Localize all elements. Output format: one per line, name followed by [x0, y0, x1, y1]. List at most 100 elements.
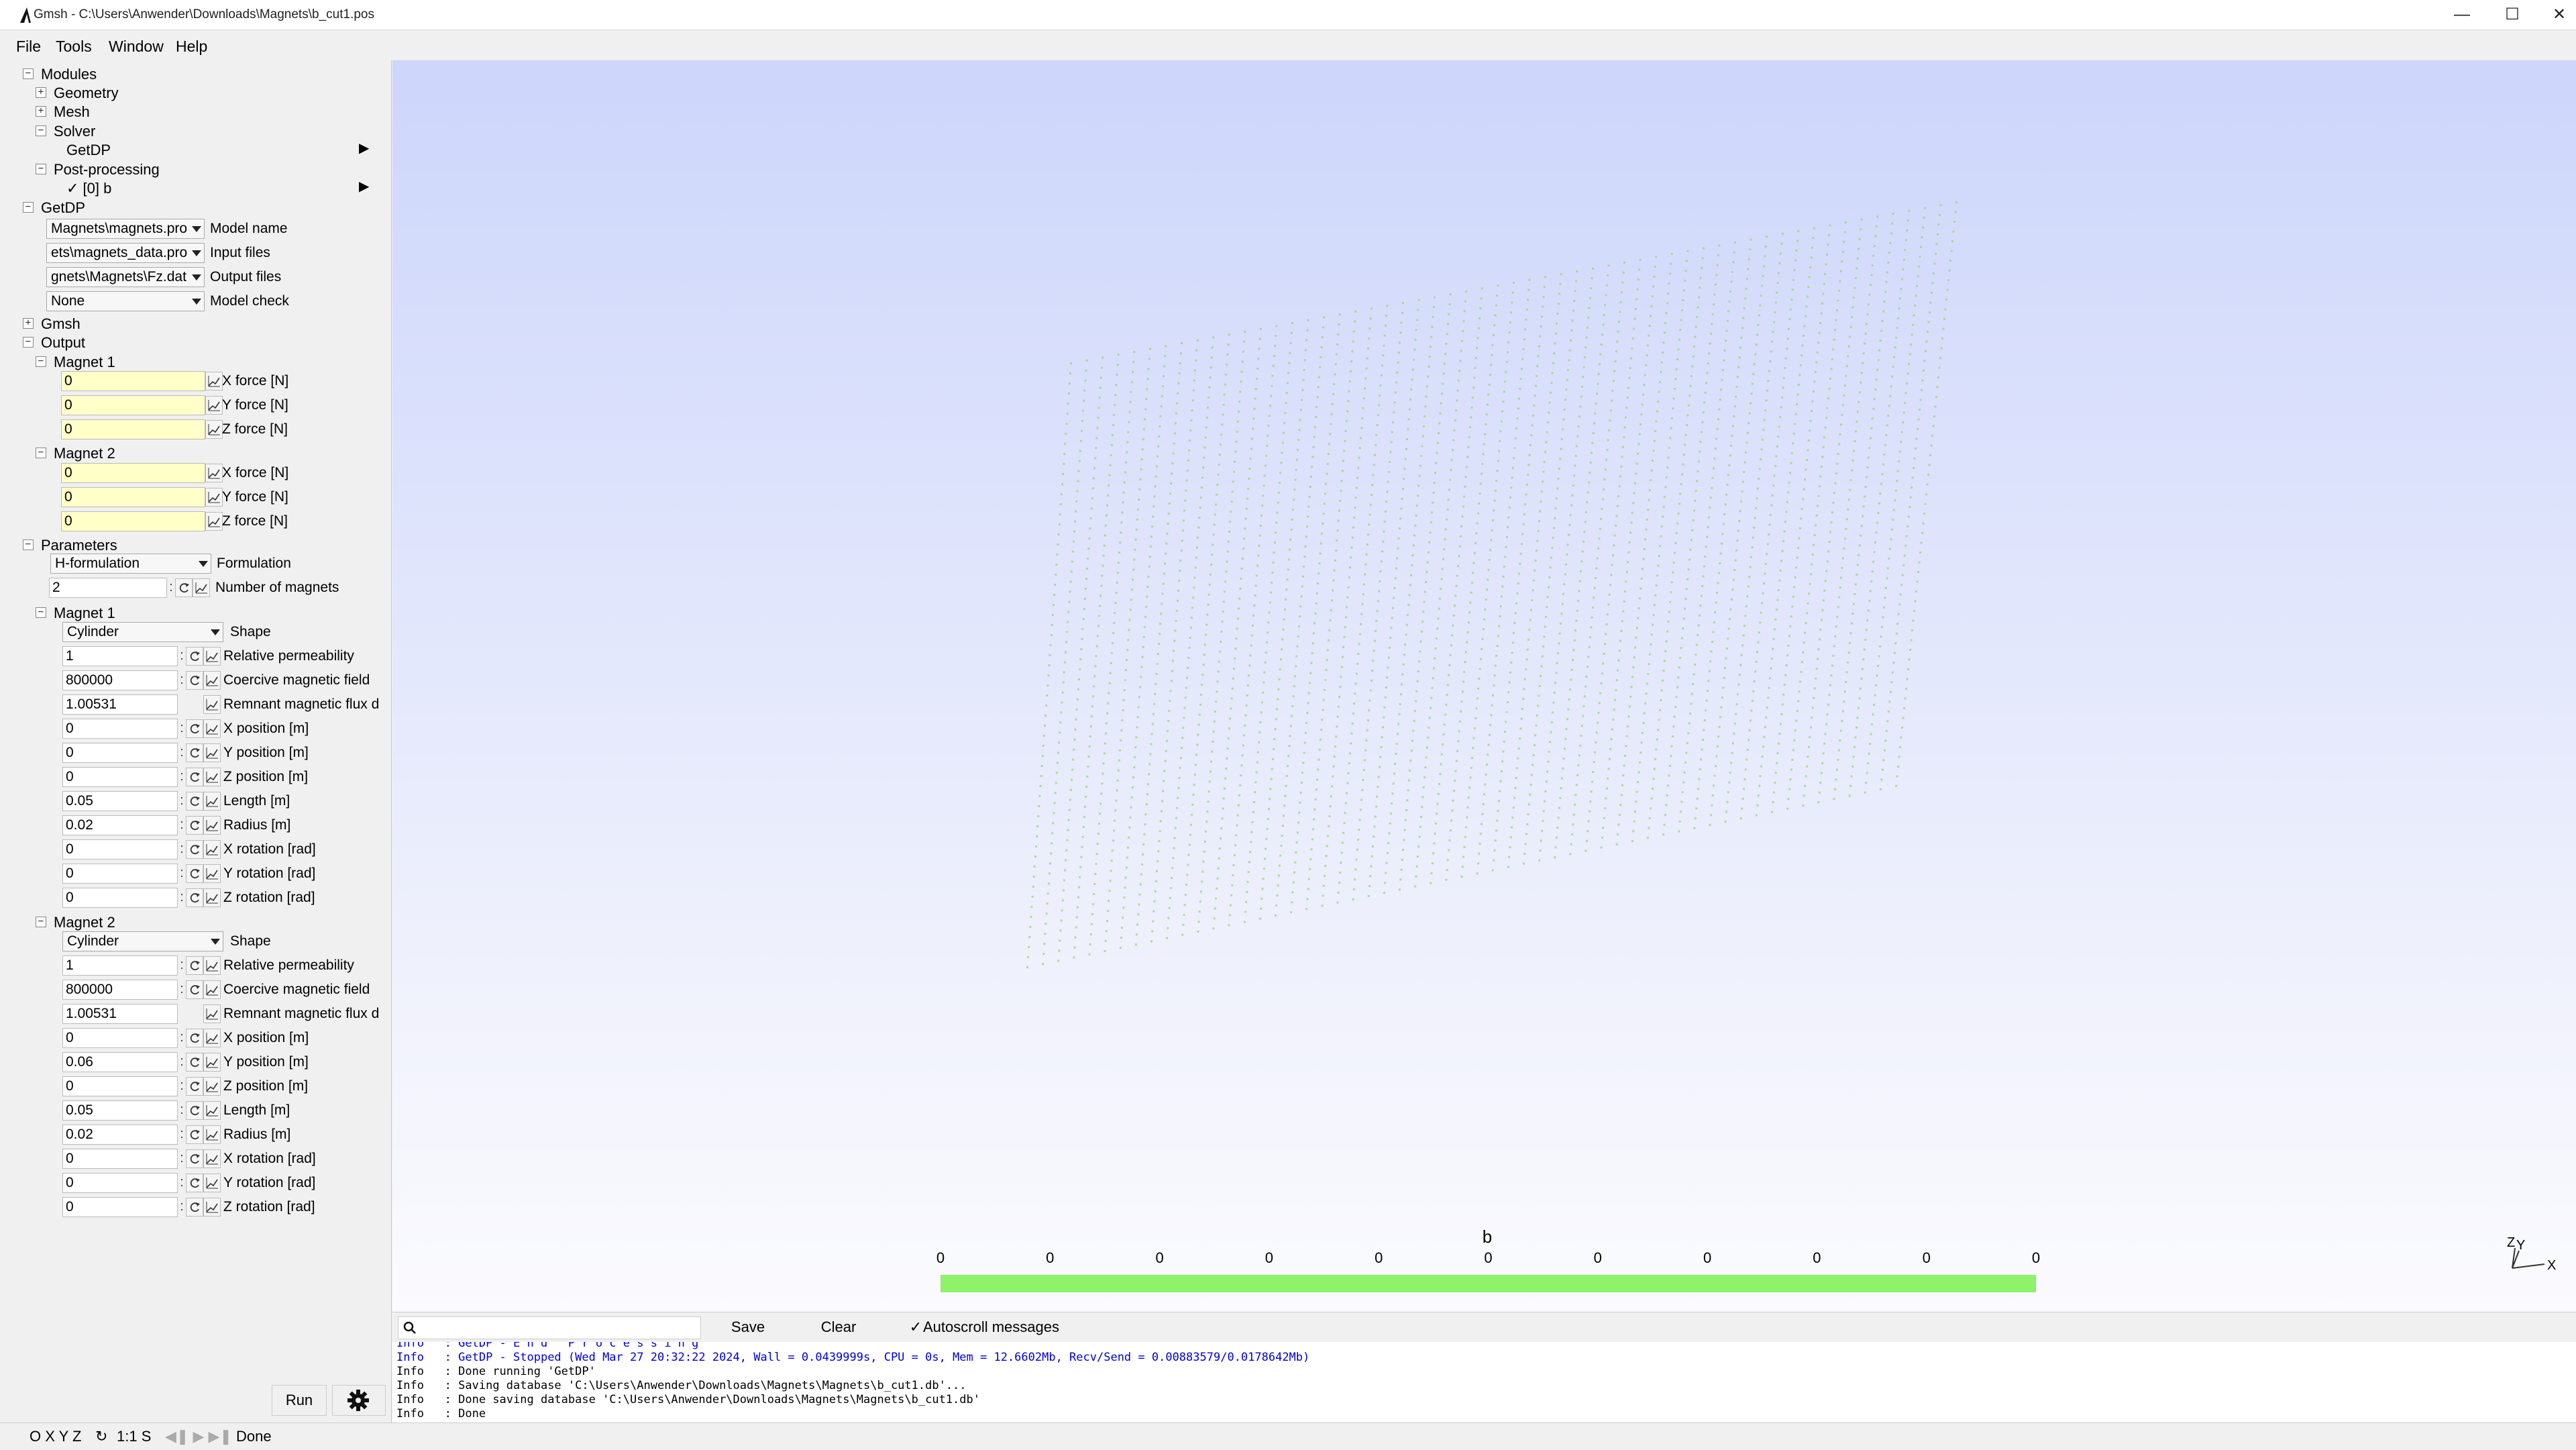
graph-icon[interactable] [203, 1004, 221, 1023]
graphics-viewport[interactable]: b 0 0 0 0 0 0 0 0 0 0 0 Z Y X [392, 60, 2576, 1312]
loop-icon[interactable] [186, 1101, 203, 1120]
menu-window[interactable]: Window [109, 38, 164, 56]
message-search-input[interactable] [421, 1318, 692, 1337]
input-files-dropdown[interactable]: ets\magnets_data.pro [46, 243, 205, 263]
collapse-toggle[interactable]: − [36, 917, 46, 927]
maximize-button[interactable]: ☐ [2485, 0, 2539, 30]
param-value-field[interactable]: 1 [62, 955, 178, 976]
graph-icon[interactable] [205, 372, 223, 391]
graph-icon[interactable] [203, 719, 221, 738]
number-of-magnets-field[interactable]: 2 [49, 578, 167, 598]
minimize-button[interactable]: — [2435, 0, 2489, 30]
collapse-toggle[interactable]: − [36, 448, 46, 458]
graph-icon[interactable] [203, 792, 221, 811]
tree-modules[interactable]: Modules [41, 66, 97, 83]
submenu-arrow-icon[interactable]: ▶ [359, 178, 369, 195]
collapse-toggle[interactable]: − [23, 68, 34, 79]
tree-solver-getdp[interactable]: GetDP [66, 142, 111, 159]
message-search-field[interactable] [398, 1316, 701, 1339]
param-value-field[interactable]: 800000 [62, 980, 178, 1000]
tree-param-magnet-1[interactable]: Magnet 1 [54, 605, 115, 622]
tree-view-0[interactable]: ✓ [0] b [66, 180, 111, 197]
graph-icon[interactable] [203, 647, 221, 666]
message-console[interactable]: Info : GetDP - E n d P r o c e s s i n g… [392, 1342, 2576, 1422]
checkmark-icon[interactable]: ✓ [909, 1316, 922, 1338]
graph-icon[interactable] [203, 816, 221, 835]
close-button[interactable]: ✕ [2532, 0, 2576, 30]
tree-output[interactable]: Output [41, 334, 85, 352]
x-force-field[interactable]: 0 [61, 371, 205, 391]
y-force-field[interactable]: 0 [61, 487, 205, 507]
graph-icon[interactable] [205, 464, 223, 482]
loop-icon[interactable] [186, 1174, 203, 1192]
z-force-field[interactable]: 0 [61, 511, 205, 531]
graph-icon[interactable] [203, 671, 221, 690]
param-value-field[interactable]: 0 [62, 864, 178, 884]
collapse-toggle[interactable]: − [36, 164, 46, 174]
graph-icon[interactable] [203, 1125, 221, 1144]
param-value-field[interactable]: 0.05 [62, 1100, 178, 1121]
param-value-field[interactable]: 0 [62, 1173, 178, 1193]
loop-icon[interactable] [186, 956, 203, 975]
graph-icon[interactable] [203, 1053, 221, 1072]
settings-button[interactable] [332, 1385, 386, 1416]
graph-icon[interactable] [203, 1077, 221, 1096]
clear-messages-button[interactable]: Clear [805, 1316, 872, 1338]
formulation-dropdown[interactable]: H-formulation [50, 554, 211, 574]
tree-getdp[interactable]: GetDP [41, 199, 85, 217]
loop-icon[interactable] [186, 647, 203, 666]
param-value-field[interactable]: 800000 [62, 670, 178, 690]
param-value-field[interactable]: 0 [62, 1076, 178, 1096]
graph-icon[interactable] [203, 980, 221, 999]
loop-icon[interactable] [186, 840, 203, 859]
loop-icon[interactable] [186, 792, 203, 811]
animation-controls-icon[interactable]: ◀❚ ▶ ▶❚ [165, 1428, 232, 1445]
graph-icon[interactable] [203, 956, 221, 975]
collapse-toggle[interactable]: − [23, 202, 34, 213]
param-value-field[interactable]: 0.02 [62, 1125, 178, 1145]
loop-icon[interactable] [186, 1029, 203, 1047]
menu-tools[interactable]: Tools [56, 38, 92, 56]
expand-toggle[interactable]: + [36, 106, 46, 117]
param-value-field[interactable]: 1.00531 [62, 694, 178, 715]
tree-param-magnet-2[interactable]: Magnet 2 [54, 914, 115, 931]
graph-icon[interactable] [203, 1101, 221, 1120]
param-value-field[interactable]: 0 [62, 1028, 178, 1048]
param-value-field[interactable]: 0 [62, 743, 178, 763]
expand-toggle[interactable]: + [36, 87, 46, 98]
loop-icon[interactable] [186, 1149, 203, 1168]
menu-help[interactable]: Help [176, 38, 207, 56]
scale-reset-button[interactable]: 1:1 S [117, 1428, 151, 1445]
collapse-toggle[interactable]: − [36, 607, 46, 618]
loop-icon[interactable] [186, 888, 203, 907]
loop-icon[interactable] [186, 719, 203, 738]
collapse-toggle[interactable]: − [36, 356, 46, 367]
tree-output-magnet-2[interactable]: Magnet 2 [54, 445, 115, 462]
graph-icon[interactable] [203, 695, 221, 714]
param-value-field[interactable]: 0.02 [62, 815, 178, 835]
graph-icon[interactable] [205, 420, 223, 439]
tree-parameters[interactable]: Parameters [41, 537, 117, 554]
param-value-field[interactable]: 0 [62, 1197, 178, 1217]
loop-icon[interactable] [186, 1053, 203, 1072]
param-value-field[interactable]: 0 [62, 767, 178, 787]
param-value-field[interactable]: 0.05 [62, 791, 178, 811]
loop-icon[interactable] [175, 578, 193, 597]
rotate-icon[interactable]: ↻ [95, 1428, 107, 1445]
tree-geometry[interactable]: Geometry [54, 85, 119, 102]
axis-view-buttons[interactable]: O X Y Z [30, 1428, 81, 1445]
tree-gmsh[interactable]: Gmsh [41, 315, 80, 333]
graph-icon[interactable] [203, 768, 221, 786]
loop-icon[interactable] [186, 864, 203, 883]
graph-icon[interactable] [203, 864, 221, 883]
shape-dropdown[interactable]: Cylinder [62, 931, 223, 951]
save-messages-button[interactable]: Save [714, 1316, 782, 1338]
graph-icon[interactable] [203, 1149, 221, 1168]
expand-toggle[interactable]: + [23, 318, 34, 329]
loop-icon[interactable] [186, 1198, 203, 1216]
tree-solver[interactable]: Solver [54, 123, 95, 140]
run-button[interactable]: Run [272, 1385, 327, 1416]
x-force-field[interactable]: 0 [61, 463, 205, 483]
tree-postprocessing[interactable]: Post-processing [54, 161, 160, 178]
loop-icon[interactable] [186, 768, 203, 786]
